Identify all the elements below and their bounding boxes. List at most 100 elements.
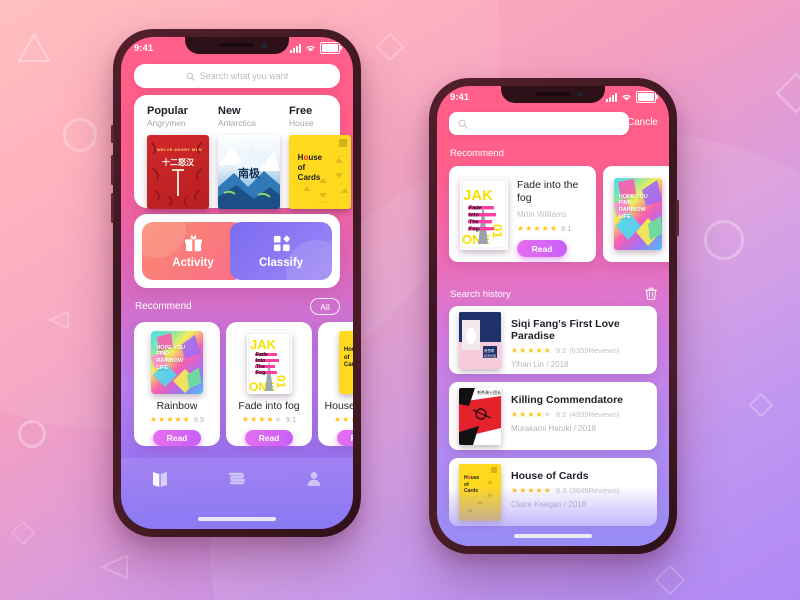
decor-circle-3 bbox=[704, 220, 744, 260]
decor-triangle-1 bbox=[17, 33, 51, 63]
search-input[interactable]: Search what you want bbox=[134, 64, 340, 88]
recommend-card-fade-into-the-fog[interactable]: JAK ONE 01 Fade Into The Fog. Fade into … bbox=[449, 166, 596, 262]
history-author-year: Murakami Haruki / 2018 bbox=[511, 424, 596, 433]
front-camera bbox=[578, 91, 583, 97]
recommend-card-fade-into-fog[interactable]: JAK ONE 01 Fade Into The Fog. Fade into … bbox=[226, 322, 312, 447]
read-button[interactable]: Read bbox=[517, 240, 567, 258]
recommend-card-rainbow[interactable]: HOPE YOU FIND RAINBOW LIFE Rainbow ★ ★ ★ ★ ★ 9.… bbox=[134, 322, 220, 447]
review-count: (3649Reviews) bbox=[569, 486, 620, 495]
svg-text:房思琪: 房思琪 bbox=[484, 348, 495, 353]
classify-label: Classify bbox=[258, 256, 304, 269]
read-label: Read bbox=[166, 432, 188, 443]
cover-pattern: JAK ONE 01 Fade Into The Fog. bbox=[248, 332, 290, 394]
category-cover-free[interactable]: CARDS HOUSE OF CARDS House of Cards bbox=[289, 135, 351, 209]
status-time: 9:41 bbox=[450, 91, 470, 103]
decor-triangle-3 bbox=[100, 554, 128, 580]
recommend-heading: Recommend bbox=[450, 148, 504, 159]
rating-score: 9.1 bbox=[560, 224, 572, 234]
recommend-title: Fade into the fog bbox=[517, 179, 579, 205]
category-title: New bbox=[218, 105, 241, 117]
history-item-killing-commendatore[interactable]: 刺杀骑士团长 Killing Commendatore ★ ★ ★ ★ ★ 8.2 (4… bbox=[449, 382, 657, 450]
category-new[interactable]: New Antarctica 南极 bbox=[218, 105, 280, 209]
history-cover: House of Cards bbox=[459, 464, 501, 521]
decor-diamond-4 bbox=[655, 565, 685, 595]
search-icon bbox=[458, 119, 468, 129]
category-cover-new[interactable]: 南极 bbox=[218, 135, 280, 209]
svg-text:刺杀骑士团长: 刺杀骑士团长 bbox=[477, 389, 501, 395]
rating-score: 9.3 bbox=[555, 486, 567, 495]
svg-text:Fade: Fade bbox=[469, 205, 482, 211]
recommend-all-pill[interactable]: All bbox=[310, 298, 340, 315]
phone1-side-button-3 bbox=[111, 193, 114, 223]
read-button[interactable]: Read bbox=[245, 429, 293, 447]
rating-stars: ★ ★ ★ ★ ★ 9.1 bbox=[241, 414, 297, 424]
phone1-screen: 9:41 Search what you want Popular Angrym… bbox=[121, 37, 353, 529]
svg-text:Fog.: Fog. bbox=[469, 226, 481, 232]
history-title: Killing Commendatore bbox=[511, 394, 624, 406]
status-time: 9:41 bbox=[134, 42, 154, 54]
read-button[interactable]: Read bbox=[337, 429, 353, 446]
search-history-heading: Search history bbox=[450, 289, 511, 300]
read-label: Read bbox=[258, 432, 280, 443]
phone2-side-button-1 bbox=[676, 200, 679, 236]
quick-actions-card: Activity Classify bbox=[134, 214, 340, 288]
history-item-siqi-fang[interactable]: 房思琪 初恋乐园 Siqi Fang's First Love Paradise… bbox=[449, 306, 657, 374]
cancel-button[interactable]: Cancle bbox=[627, 117, 658, 128]
category-subtitle: Antarctica bbox=[218, 118, 256, 128]
search-icon bbox=[186, 72, 195, 81]
svg-text:JAK: JAK bbox=[463, 187, 493, 204]
phone2-screen: 9:41 Cancle Recommend JAK ONE 01 Fade In… bbox=[437, 86, 669, 546]
tab-shelf[interactable] bbox=[227, 469, 247, 494]
read-button[interactable]: Read bbox=[153, 429, 201, 447]
cover-text: HouseofCards bbox=[464, 475, 480, 494]
phone-device-home: 9:41 Search what you want Popular Angrym… bbox=[111, 29, 361, 537]
decor-triangle-2 bbox=[48, 310, 69, 330]
category-subtitle: House bbox=[289, 118, 314, 128]
tab-profile[interactable] bbox=[304, 469, 324, 494]
activity-glow bbox=[142, 222, 186, 258]
read-label: Read bbox=[351, 433, 353, 443]
cover-line-1: 南极 bbox=[238, 167, 260, 180]
category-free[interactable]: Free House CARDS HOUSE OF CARDS House of… bbox=[289, 105, 351, 209]
recommend-card-house-of-cards[interactable]: HouseofCards House of Cards ★★★★★ 9.3 Re… bbox=[318, 322, 353, 446]
classify-button[interactable]: Classify bbox=[230, 222, 332, 280]
recommend-heading: Recommend bbox=[135, 301, 192, 312]
cover-text: HouseofCards bbox=[343, 347, 353, 369]
rating-stars: ★ ★ ★ ★ ★ 9.5 bbox=[149, 414, 205, 424]
recommend-card-rainbow[interactable]: HOPE YOU FIND RAINBOW LIFE bbox=[603, 166, 669, 262]
review-count: (6359Reviews) bbox=[569, 346, 620, 355]
category-popular[interactable]: Popular Angrymen TWELVE ANGRY MEN 十二怒汉 bbox=[147, 105, 209, 209]
cancel-label: Cancle bbox=[626, 117, 658, 128]
rating-stars: ★ ★ ★ ★ ★ 9.1 bbox=[517, 224, 572, 234]
history-title: Siqi Fang's First Love Paradise bbox=[511, 318, 620, 342]
recommend-cover: JAK ONE 01 Fade Into The Fog. bbox=[460, 178, 508, 250]
battery-icon bbox=[636, 91, 658, 103]
wifi-icon bbox=[622, 94, 631, 101]
gift-icon bbox=[184, 234, 202, 251]
home-indicator bbox=[198, 517, 276, 521]
decor-diamond-2 bbox=[775, 72, 800, 114]
history-item-house-of-cards[interactable]: House of Cards House of Cards ★ ★ ★ ★ ★ 9.3 (3… bbox=[449, 458, 657, 526]
cover-line-1: House of Cards bbox=[297, 152, 323, 182]
person-icon bbox=[307, 472, 321, 486]
category-title: Free bbox=[289, 105, 313, 117]
svg-text:JAK: JAK bbox=[250, 337, 277, 352]
recommend-title: House of Cards bbox=[324, 399, 353, 411]
rating-score: 9.1 bbox=[285, 414, 297, 424]
battery-icon bbox=[320, 42, 342, 54]
tab-library[interactable] bbox=[150, 469, 170, 494]
category-subtitle: Angrymen bbox=[147, 118, 186, 128]
cover-pattern bbox=[151, 142, 203, 206]
category-cover-popular[interactable]: TWELVE ANGRY MEN 十二怒汉 bbox=[147, 135, 209, 209]
search-placeholder: Search what you want bbox=[199, 71, 289, 81]
phone1-notch bbox=[185, 37, 289, 54]
clear-history-button[interactable] bbox=[645, 287, 657, 305]
phone1-side-button-2 bbox=[111, 155, 114, 185]
decor-diamond-1 bbox=[375, 32, 405, 62]
cover-pattern: JAK ONE 01 Fade Into The Fog. bbox=[461, 179, 507, 249]
activity-button[interactable]: Activity bbox=[142, 222, 244, 280]
home-indicator bbox=[514, 534, 592, 538]
decor-diamond-5 bbox=[10, 520, 36, 546]
shelf-icon bbox=[228, 472, 246, 485]
search-input[interactable] bbox=[449, 112, 629, 135]
